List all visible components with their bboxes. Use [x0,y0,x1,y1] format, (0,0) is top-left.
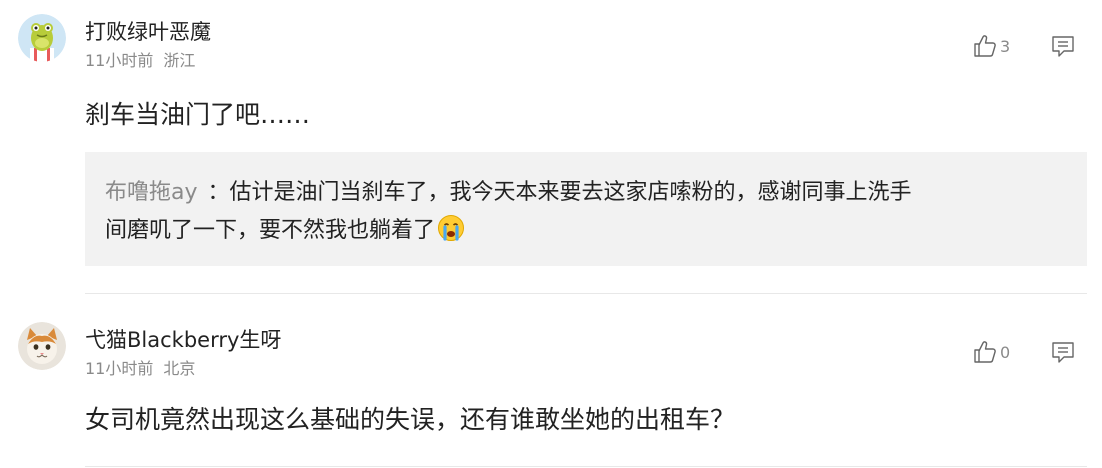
quoted-reply[interactable]: 布噜拖ay ：估计是油门当刹车了，我今天本来要去这家店嗦粉的，感谢同事上洗手 间磨… [85,152,1087,266]
like-count: 3 [1000,36,1011,56]
comment-meta: 11小时前 浙江 [85,47,195,71]
comment-actions: 0 [972,339,1076,365]
reply-button[interactable] [1050,33,1076,59]
comment-bubble-icon [1052,342,1074,363]
crying-face-icon [438,215,465,241]
comment-bubble-icon [1052,36,1074,57]
avatar[interactable] [18,14,66,62]
comment-text: 女司机竟然出现这么基础的失误，还有谁敢坐她的出租车？ [85,405,736,434]
cat-avatar-icon [18,322,66,370]
comment-meta: 11小时前 北京 [85,355,195,379]
comment-time: 11小时前 [85,359,154,378]
like-button[interactable]: 3 [972,33,1014,59]
username[interactable]: 打败绿叶恶魔 [85,16,211,46]
divider [85,466,1087,467]
like-count: 0 [1000,342,1011,362]
comment-actions: 3 [972,33,1076,59]
thumbs-up-icon [974,341,996,363]
quote-text-line2: 间磨叽了一下，要不然我也躺着了 [105,218,436,243]
avatar[interactable] [18,322,66,370]
quote-author[interactable]: 布噜拖ay [105,180,198,205]
comment-location: 北京 [163,359,196,378]
quote-separator: ： [207,180,230,205]
reply-button[interactable] [1050,339,1076,365]
thumbs-up-icon [974,35,996,57]
frog-character-avatar-icon [18,14,66,62]
comment-time: 11小时前 [85,51,154,70]
comment-item: 弋猫Blackberry生呀 11小时前 北京 0 女司机竟然出现这么基础的失误，… [0,294,1102,468]
comment-text: 刹车当油门了吧…… [85,100,311,129]
comment-item: 打败绿叶恶魔 11小时前 浙江 3 刹车当油门了吧…… 布噜拖ay ：估计是油门当刹… [0,0,1102,294]
comment-location: 浙江 [163,51,196,70]
quote-text-line1: 估计是油门当刹车了，我今天本来要去这家店嗦粉的，感谢同事上洗手 [229,180,912,205]
username[interactable]: 弋猫Blackberry生呀 [85,324,281,354]
like-button[interactable]: 0 [972,339,1014,365]
